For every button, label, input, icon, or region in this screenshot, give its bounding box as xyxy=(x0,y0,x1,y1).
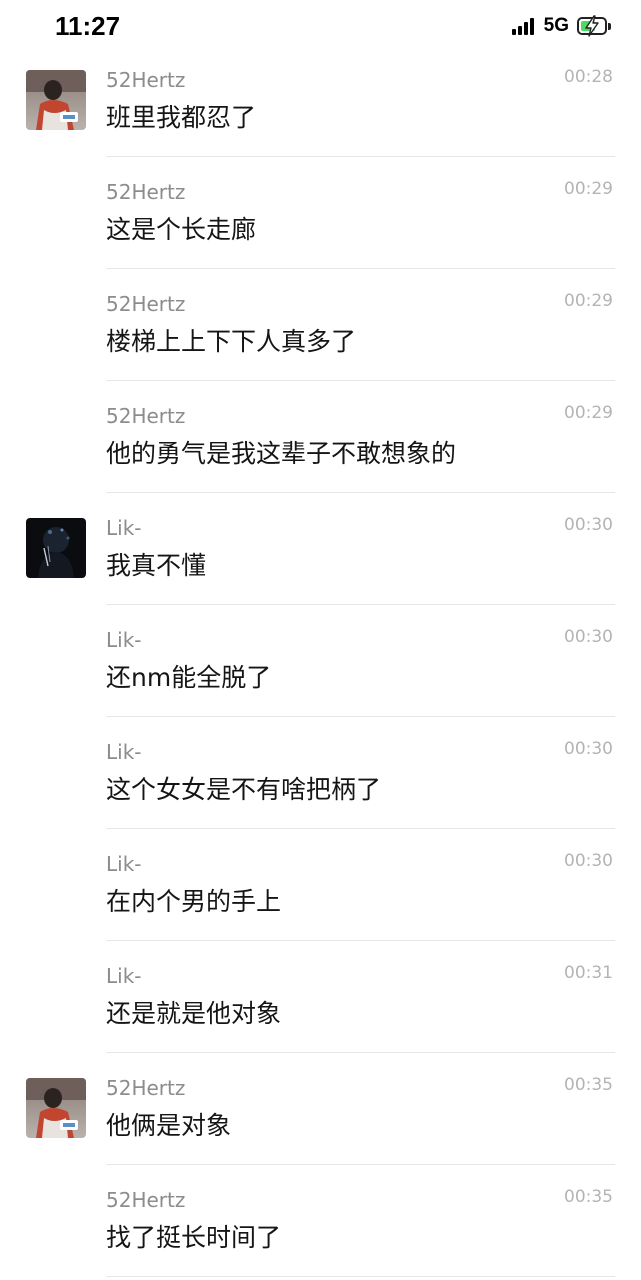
message-time: 00:30 xyxy=(564,739,613,759)
message-divider xyxy=(106,1276,615,1277)
message-item[interactable]: Lik- 00:31 还是就是他对象 xyxy=(0,941,641,1053)
message-item[interactable]: 52Hertz 00:28 班里我都忍了 xyxy=(0,45,641,157)
52hertz-avatar[interactable] xyxy=(26,70,86,130)
message-sender: 52Hertz xyxy=(106,1076,186,1100)
status-indicators: 5G xyxy=(511,15,611,37)
message-text: 班里我都忍了 xyxy=(106,103,257,132)
message-text: 我真不懂 xyxy=(106,551,207,580)
message-item[interactable]: Lik- 00:30 这个女女是不有啥把柄了 xyxy=(0,717,641,829)
message-sender: Lik- xyxy=(106,516,142,540)
battery-cap xyxy=(608,22,611,30)
message-item[interactable]: 52Hertz 00:35 他俩是对象 xyxy=(0,1053,641,1165)
status-time: 11:27 xyxy=(55,11,121,41)
lik-avatar[interactable] xyxy=(26,518,86,578)
message-item[interactable]: 52Hertz 00:29 他的勇气是我这辈子不敢想象的 xyxy=(0,381,641,493)
message-sender: Lik- xyxy=(106,964,142,988)
message-item[interactable]: Lik- 00:30 还nm能全脱了 xyxy=(0,605,641,717)
message-sender: 52Hertz xyxy=(106,180,186,204)
message-text: 还nm能全脱了 xyxy=(106,663,272,692)
message-time: 00:29 xyxy=(564,403,613,423)
message-time: 00:29 xyxy=(564,291,613,311)
message-text: 在内个男的手上 xyxy=(106,887,282,916)
message-time: 00:29 xyxy=(564,179,613,199)
message-sender: 52Hertz xyxy=(106,292,186,316)
message-time: 00:35 xyxy=(564,1187,613,1207)
message-sender: Lik- xyxy=(106,740,142,764)
message-sender: Lik- xyxy=(106,852,142,876)
message-time: 00:30 xyxy=(564,851,613,871)
network-type: 5G xyxy=(543,15,569,36)
message-item[interactable]: Lik- 00:30 在内个男的手上 xyxy=(0,829,641,941)
52hertz-avatar[interactable] xyxy=(26,1078,86,1138)
message-list[interactable]: 52Hertz 00:28 班里我都忍了 52Hertz 00:29 这是个长走廊 52He… xyxy=(0,45,641,1277)
message-sender: 52Hertz xyxy=(106,68,186,92)
message-sender: 52Hertz xyxy=(106,404,186,428)
message-item[interactable]: 52Hertz 00:29 这是个长走廊 xyxy=(0,157,641,269)
message-text: 这是个长走廊 xyxy=(106,215,257,244)
message-text: 他俩是对象 xyxy=(106,1111,232,1140)
message-time: 00:35 xyxy=(564,1075,613,1095)
message-item[interactable]: 52Hertz 00:29 楼梯上上下下人真多了 xyxy=(0,269,641,381)
message-time: 00:31 xyxy=(564,963,613,983)
message-text: 找了挺长时间了 xyxy=(106,1223,282,1252)
message-time: 00:28 xyxy=(564,67,613,87)
charging-bolt-icon xyxy=(585,15,599,37)
message-text: 还是就是他对象 xyxy=(106,999,282,1028)
message-item[interactable]: 52Hertz 00:35 找了挺长时间了 xyxy=(0,1165,641,1277)
message-sender: 52Hertz xyxy=(106,1188,186,1212)
message-text: 这个女女是不有啥把柄了 xyxy=(106,775,382,804)
message-text: 他的勇气是我这辈子不敢想象的 xyxy=(106,439,457,468)
signal-strength-icon xyxy=(511,17,536,35)
message-item[interactable]: Lik- 00:30 我真不懂 xyxy=(0,493,641,605)
message-time: 00:30 xyxy=(564,627,613,647)
message-time: 00:30 xyxy=(564,515,613,535)
message-sender: Lik- xyxy=(106,628,142,652)
battery-icon xyxy=(577,15,607,37)
message-text: 楼梯上上下下人真多了 xyxy=(106,327,357,356)
